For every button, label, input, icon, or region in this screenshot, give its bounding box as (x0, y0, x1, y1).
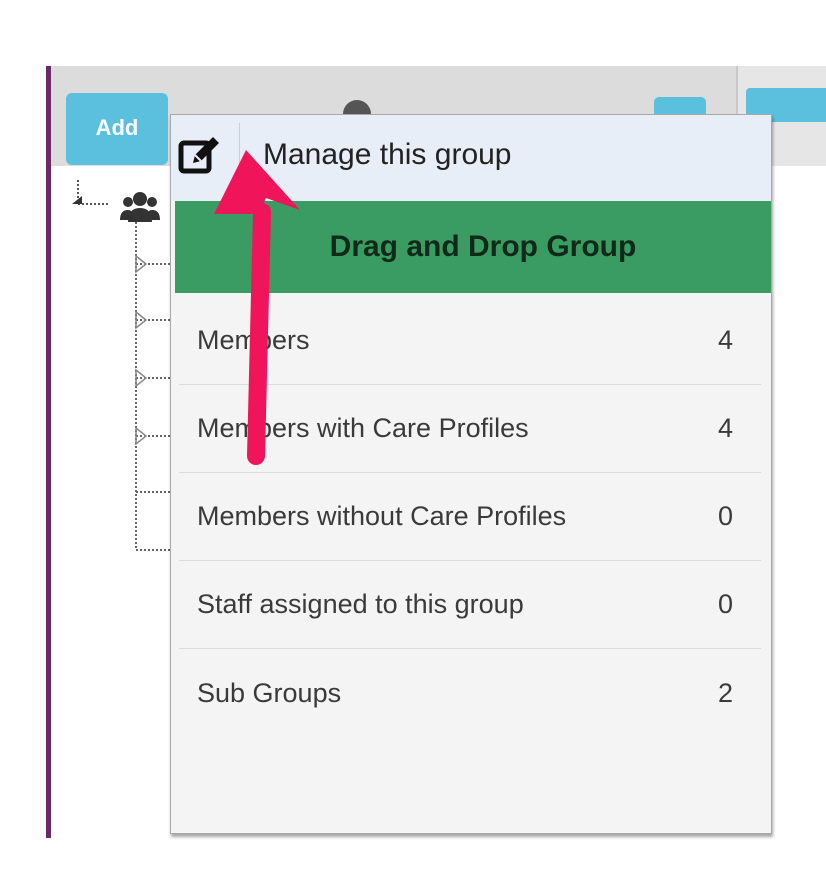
stat-label: Members with Care Profiles (197, 413, 529, 443)
edit-icon[interactable] (175, 133, 223, 181)
group-icon (120, 192, 160, 222)
app-frame: Add Manage this group Drag and Drop Grou… (0, 0, 826, 888)
stat-label: Sub Groups (197, 677, 342, 708)
stat-row-members: Members 4 (179, 297, 761, 385)
manage-group-link[interactable]: Manage this group (171, 115, 771, 201)
manage-divider (239, 123, 240, 193)
stat-value: 2 (717, 677, 733, 708)
group-title: Drag and Drop Group (329, 230, 637, 263)
add-button-label: Add (95, 115, 139, 140)
stat-value: 4 (717, 413, 733, 443)
group-popover: Manage this group Drag and Drop Group Me… (170, 114, 772, 834)
stat-label: Staff assigned to this group (197, 589, 524, 619)
stat-value: 0 (717, 589, 733, 619)
group-banner: Drag and Drop Group (175, 201, 771, 293)
stat-row-members-without-care-profiles: Members without Care Profiles 0 (179, 473, 761, 561)
stat-row-staff-assigned: Staff assigned to this group 0 (179, 561, 761, 649)
stat-row-members-with-care-profiles: Members with Care Profiles 4 (179, 385, 761, 473)
stat-value: 0 (717, 501, 733, 531)
stat-value: 4 (717, 325, 733, 355)
tree-connector-lines (72, 180, 178, 551)
group-tree (68, 180, 178, 560)
stat-label: Members (197, 325, 310, 355)
group-stats-list: Members 4 Members with Care Profiles 4 M… (179, 297, 761, 737)
stat-row-sub-groups: Sub Groups 2 (179, 649, 761, 737)
stat-label: Members without Care Profiles (197, 501, 567, 531)
manage-group-label[interactable]: Manage this group (263, 135, 512, 175)
add-button[interactable]: Add (66, 93, 168, 165)
